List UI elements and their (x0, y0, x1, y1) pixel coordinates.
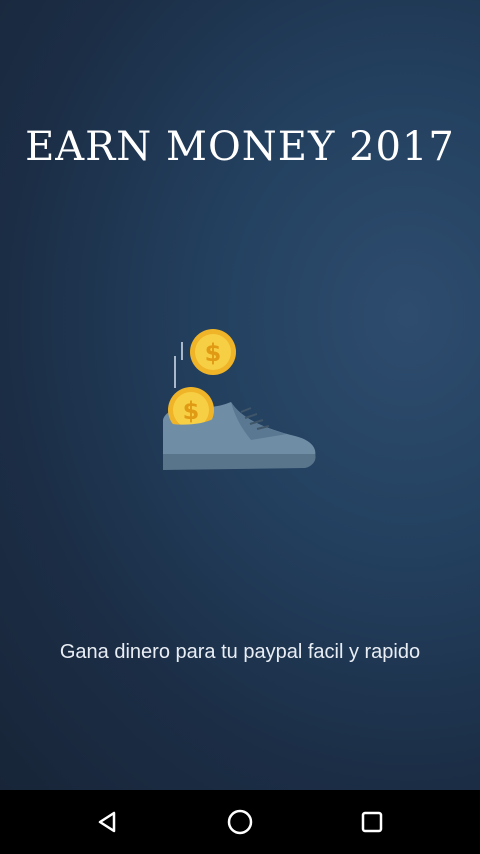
coin-icon: $ (190, 329, 236, 375)
recents-button[interactable] (352, 802, 392, 842)
shoe-with-coins-icon: $ $ (155, 322, 325, 482)
splash-background: EARN MONEY 2017 $ $ Gana dinero para tu … (0, 0, 480, 790)
recents-square-icon (361, 811, 383, 833)
app-title: EARN MONEY 2017 (25, 124, 455, 170)
home-circle-icon (227, 809, 253, 835)
app-subtitle: Gana dinero para tu paypal facil y rapid… (59, 641, 421, 663)
svg-text:$: $ (183, 397, 200, 425)
back-button[interactable] (88, 802, 128, 842)
back-triangle-icon (98, 811, 116, 833)
home-button[interactable] (220, 802, 260, 842)
svg-text:$: $ (205, 339, 222, 367)
system-nav-bar (0, 790, 480, 854)
app-screen: EARN MONEY 2017 $ $ Gana dinero para tu … (0, 0, 480, 854)
